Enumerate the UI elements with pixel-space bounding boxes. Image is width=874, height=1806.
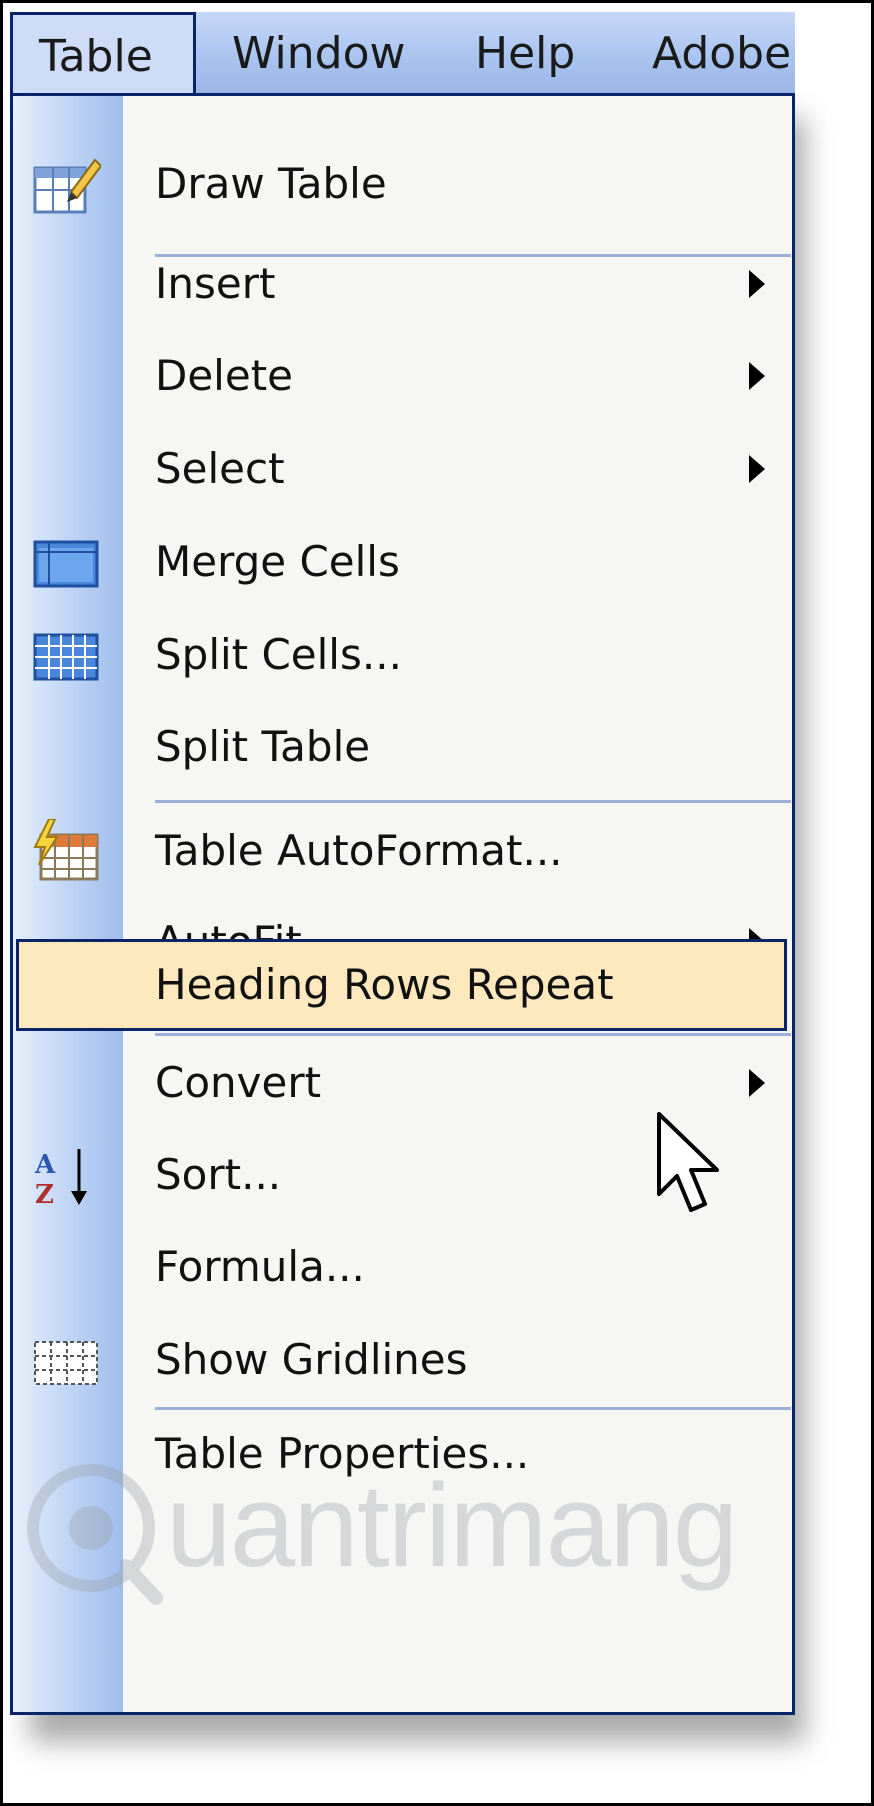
menu-item-select[interactable]: Select — [13, 419, 792, 519]
table-dropdown-menu: Draw Table Insert Delete Select Merge Ce… — [10, 93, 795, 1715]
menu-item-label: Show Gridlines — [155, 1335, 468, 1384]
mouse-cursor-icon — [657, 1112, 719, 1212]
menu-item-show-gridlines[interactable]: Show Gridlines — [13, 1310, 792, 1410]
submenu-arrow-icon — [749, 362, 765, 390]
menu-item-label: Convert — [155, 1058, 322, 1107]
menu-adobe[interactable]: Adobe — [652, 12, 791, 96]
sort-az-icon: A Z — [34, 1149, 87, 1209]
menu-item-label: Draw Table — [155, 159, 387, 208]
submenu-arrow-icon — [749, 270, 765, 298]
menu-item-label: Heading Rows Repeat — [155, 960, 614, 1009]
menu-item-delete[interactable]: Delete — [13, 326, 792, 426]
merge-cells-icon — [33, 540, 99, 588]
menu-item-label: Insert — [155, 259, 276, 308]
menu-item-insert[interactable]: Insert — [13, 234, 792, 334]
submenu-arrow-icon — [749, 1069, 765, 1097]
menu-item-merge-cells[interactable]: Merge Cells — [13, 512, 792, 612]
svg-text:A: A — [34, 1150, 56, 1180]
menu-item-split-table[interactable]: Split Table — [13, 697, 792, 797]
menu-table[interactable]: Table — [10, 12, 196, 98]
menu-item-label: Sort... — [155, 1150, 282, 1199]
svg-text:Z: Z — [35, 1180, 54, 1209]
menu-item-label: Split Cells... — [155, 630, 402, 679]
draw-table-icon — [33, 158, 101, 214]
menu-item-table-properties[interactable]: Table Properties... — [13, 1404, 792, 1504]
menu-item-label: Merge Cells — [155, 537, 400, 586]
menu-bar: Table Window Help Adobe — [10, 12, 795, 98]
split-cells-icon — [33, 633, 99, 681]
menu-item-label: Table Properties... — [155, 1429, 530, 1478]
autoformat-icon — [33, 819, 99, 881]
gridlines-icon — [34, 1341, 98, 1385]
menu-window[interactable]: Window — [232, 12, 406, 96]
menu-item-split-cells[interactable]: Split Cells... — [13, 605, 792, 705]
menu-item-draw-table[interactable]: Draw Table — [13, 134, 792, 234]
menu-item-label: Table AutoFormat... — [155, 826, 563, 875]
menu-item-table-autoformat[interactable]: Table AutoFormat... — [13, 801, 792, 901]
submenu-arrow-icon — [749, 455, 765, 483]
menu-item-label: Select — [155, 444, 285, 493]
menu-item-heading-rows-repeat[interactable]: Heading Rows Repeat — [13, 935, 792, 1035]
menu-item-label: Formula... — [155, 1242, 365, 1291]
menu-help[interactable]: Help — [475, 12, 575, 96]
menu-item-formula[interactable]: Formula... — [13, 1217, 792, 1317]
menu-item-label: Delete — [155, 351, 293, 400]
menu-item-label: Split Table — [155, 722, 371, 771]
